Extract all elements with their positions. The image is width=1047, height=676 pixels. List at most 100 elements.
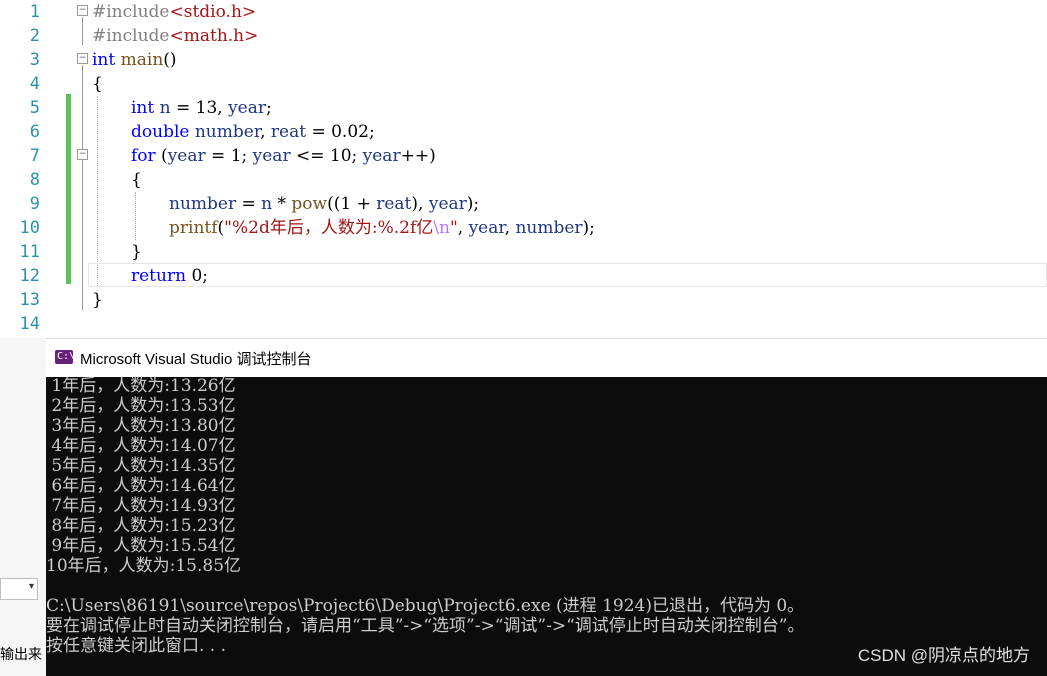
console-output-line: 6年后，人数为:14.64亿 bbox=[46, 476, 236, 496]
code-line-11: } bbox=[131, 240, 142, 264]
line-number: 9 bbox=[29, 194, 40, 214]
code-punct: <= 10; bbox=[290, 146, 363, 166]
console-output-line: 5年后，人数为:14.35亿 bbox=[46, 456, 236, 476]
brace: { bbox=[131, 170, 142, 190]
preprocessor-directive: #include bbox=[92, 26, 170, 46]
code-line-9: number = n * pow((1 + reat), year); bbox=[169, 192, 479, 216]
code-punct: * bbox=[272, 194, 292, 214]
output-source-dropdown[interactable]: ▾ bbox=[0, 578, 38, 600]
identifier: year bbox=[468, 218, 505, 238]
line-number: 6 bbox=[29, 122, 40, 142]
code-line-8: { bbox=[131, 168, 142, 192]
line-number: 13 bbox=[19, 290, 40, 310]
code-line-4: { bbox=[92, 72, 103, 96]
code-line-2: #include<math.h> bbox=[92, 24, 258, 48]
code-punct: ((1 + bbox=[327, 194, 377, 214]
code-punct: = 0.02; bbox=[306, 122, 375, 142]
line-number: 12 bbox=[19, 266, 40, 286]
code-punct: ++) bbox=[400, 146, 436, 166]
keyword: double bbox=[131, 122, 190, 142]
console-output[interactable]: 1年后，人数为:13.26亿 2年后，人数为:13.53亿 3年后，人数为:13… bbox=[46, 376, 1047, 676]
keyword: return bbox=[131, 266, 187, 286]
watermark: CSDN @阴凉点的地方 bbox=[857, 646, 1030, 665]
console-output-line: 9年后，人数为:15.54亿 bbox=[46, 536, 236, 556]
line-number: 11 bbox=[19, 242, 40, 262]
code-punct: () bbox=[163, 50, 177, 70]
console-output-line: 7年后，人数为:14.93亿 bbox=[46, 496, 236, 516]
indent-guide bbox=[97, 96, 98, 286]
debug-console-window[interactable]: C:\ Microsoft Visual Studio 调试控制台 1年后，人数… bbox=[46, 338, 1047, 676]
fold-line bbox=[82, 17, 83, 45]
identifier: n bbox=[159, 98, 171, 118]
brace: { bbox=[92, 74, 103, 94]
code-line-10: printf("%2d年后，人数为:%.2f亿\n", year, number… bbox=[169, 216, 595, 240]
output-panel-label: 输出来 bbox=[0, 647, 42, 663]
indent-guide bbox=[135, 192, 136, 240]
code-line-1: #include<stdio.h> bbox=[92, 0, 256, 24]
code-line-3: int main() bbox=[92, 48, 177, 72]
console-press-key-message: 按任意键关闭此窗口. . . bbox=[46, 636, 227, 656]
code-punct: ); bbox=[582, 218, 595, 238]
identifier: number bbox=[169, 194, 237, 214]
identifier: year bbox=[362, 146, 401, 166]
string-literal: " bbox=[449, 218, 458, 238]
line-number: 2 bbox=[29, 26, 40, 46]
line-number: 4 bbox=[29, 74, 40, 94]
console-hint-message: 要在调试停止时自动关闭控制台，请启用“工具”->“选项”->“调试”->“调试停… bbox=[46, 616, 805, 636]
console-output-line: 4年后，人数为:14.07亿 bbox=[46, 436, 236, 456]
line-number: 5 bbox=[29, 98, 40, 118]
line-number: 10 bbox=[19, 218, 40, 238]
output-panel-stub: ▾ 输出来 bbox=[0, 338, 46, 676]
console-output-line: 3年后，人数为:13.80亿 bbox=[46, 416, 236, 436]
console-titlebar[interactable]: C:\ Microsoft Visual Studio 调试控制台 bbox=[46, 338, 1047, 377]
code-line-13: } bbox=[92, 288, 103, 312]
code-punct: = 13, bbox=[170, 98, 229, 118]
code-line-6: double number, reat = 0.02; bbox=[131, 120, 375, 144]
function-name: printf bbox=[169, 218, 218, 238]
line-number: 1 bbox=[29, 2, 40, 22]
code-punct: 0; bbox=[186, 266, 208, 286]
code-line-5: int n = 13, year; bbox=[131, 96, 272, 120]
keyword: for bbox=[131, 146, 156, 166]
code-editor[interactable]: 1 2 3 4 5 6 7 8 9 10 11 12 13 14 − − − #… bbox=[0, 0, 1047, 338]
code-punct: = 1; bbox=[205, 146, 253, 166]
brace: } bbox=[131, 242, 142, 262]
console-title: Microsoft Visual Studio 调试控制台 bbox=[80, 351, 312, 368]
include-file: <stdio.h> bbox=[169, 2, 257, 22]
code-punct: ), bbox=[411, 194, 429, 214]
identifier: number bbox=[515, 218, 583, 238]
code-punct: ); bbox=[466, 194, 480, 214]
preprocessor-directive: #include bbox=[92, 2, 170, 22]
escape-sequence: \n bbox=[433, 218, 450, 238]
identifier: number bbox=[194, 122, 261, 142]
keyword: int bbox=[131, 98, 155, 118]
identifier: reat bbox=[376, 194, 412, 214]
console-exit-message: C:\Users\86191\source\repos\Project6\Deb… bbox=[46, 596, 805, 616]
code-punct: = bbox=[236, 194, 262, 214]
line-number: 14 bbox=[19, 314, 40, 334]
include-file: <math.h> bbox=[169, 26, 259, 46]
fold-line bbox=[82, 161, 83, 253]
function-name: pow bbox=[291, 194, 328, 214]
console-output-line: 2年后，人数为:13.53亿 bbox=[46, 396, 236, 416]
fold-toggle-icon[interactable]: − bbox=[77, 53, 88, 64]
identifier: n bbox=[261, 194, 273, 214]
current-line-highlight bbox=[88, 263, 1047, 287]
code-punct: , bbox=[457, 218, 469, 238]
brace: } bbox=[92, 290, 103, 310]
keyword: int bbox=[92, 50, 116, 70]
chevron-down-icon: ▾ bbox=[28, 581, 34, 592]
identifier: year bbox=[252, 146, 291, 166]
fold-toggle-icon[interactable]: − bbox=[77, 149, 88, 160]
console-output-line: 1年后，人数为:13.26亿 bbox=[46, 376, 236, 396]
fold-toggle-icon[interactable]: − bbox=[77, 5, 88, 16]
identifier: year bbox=[167, 146, 206, 166]
console-output-line: 8年后，人数为:15.23亿 bbox=[46, 516, 236, 536]
function-name: main bbox=[120, 50, 164, 70]
code-punct: , bbox=[260, 122, 271, 142]
code-line-12: return 0; bbox=[131, 264, 208, 288]
console-app-icon: C:\ bbox=[55, 350, 76, 364]
identifier: reat bbox=[270, 122, 307, 142]
line-number: 8 bbox=[29, 170, 40, 190]
identifier: year bbox=[228, 98, 267, 118]
